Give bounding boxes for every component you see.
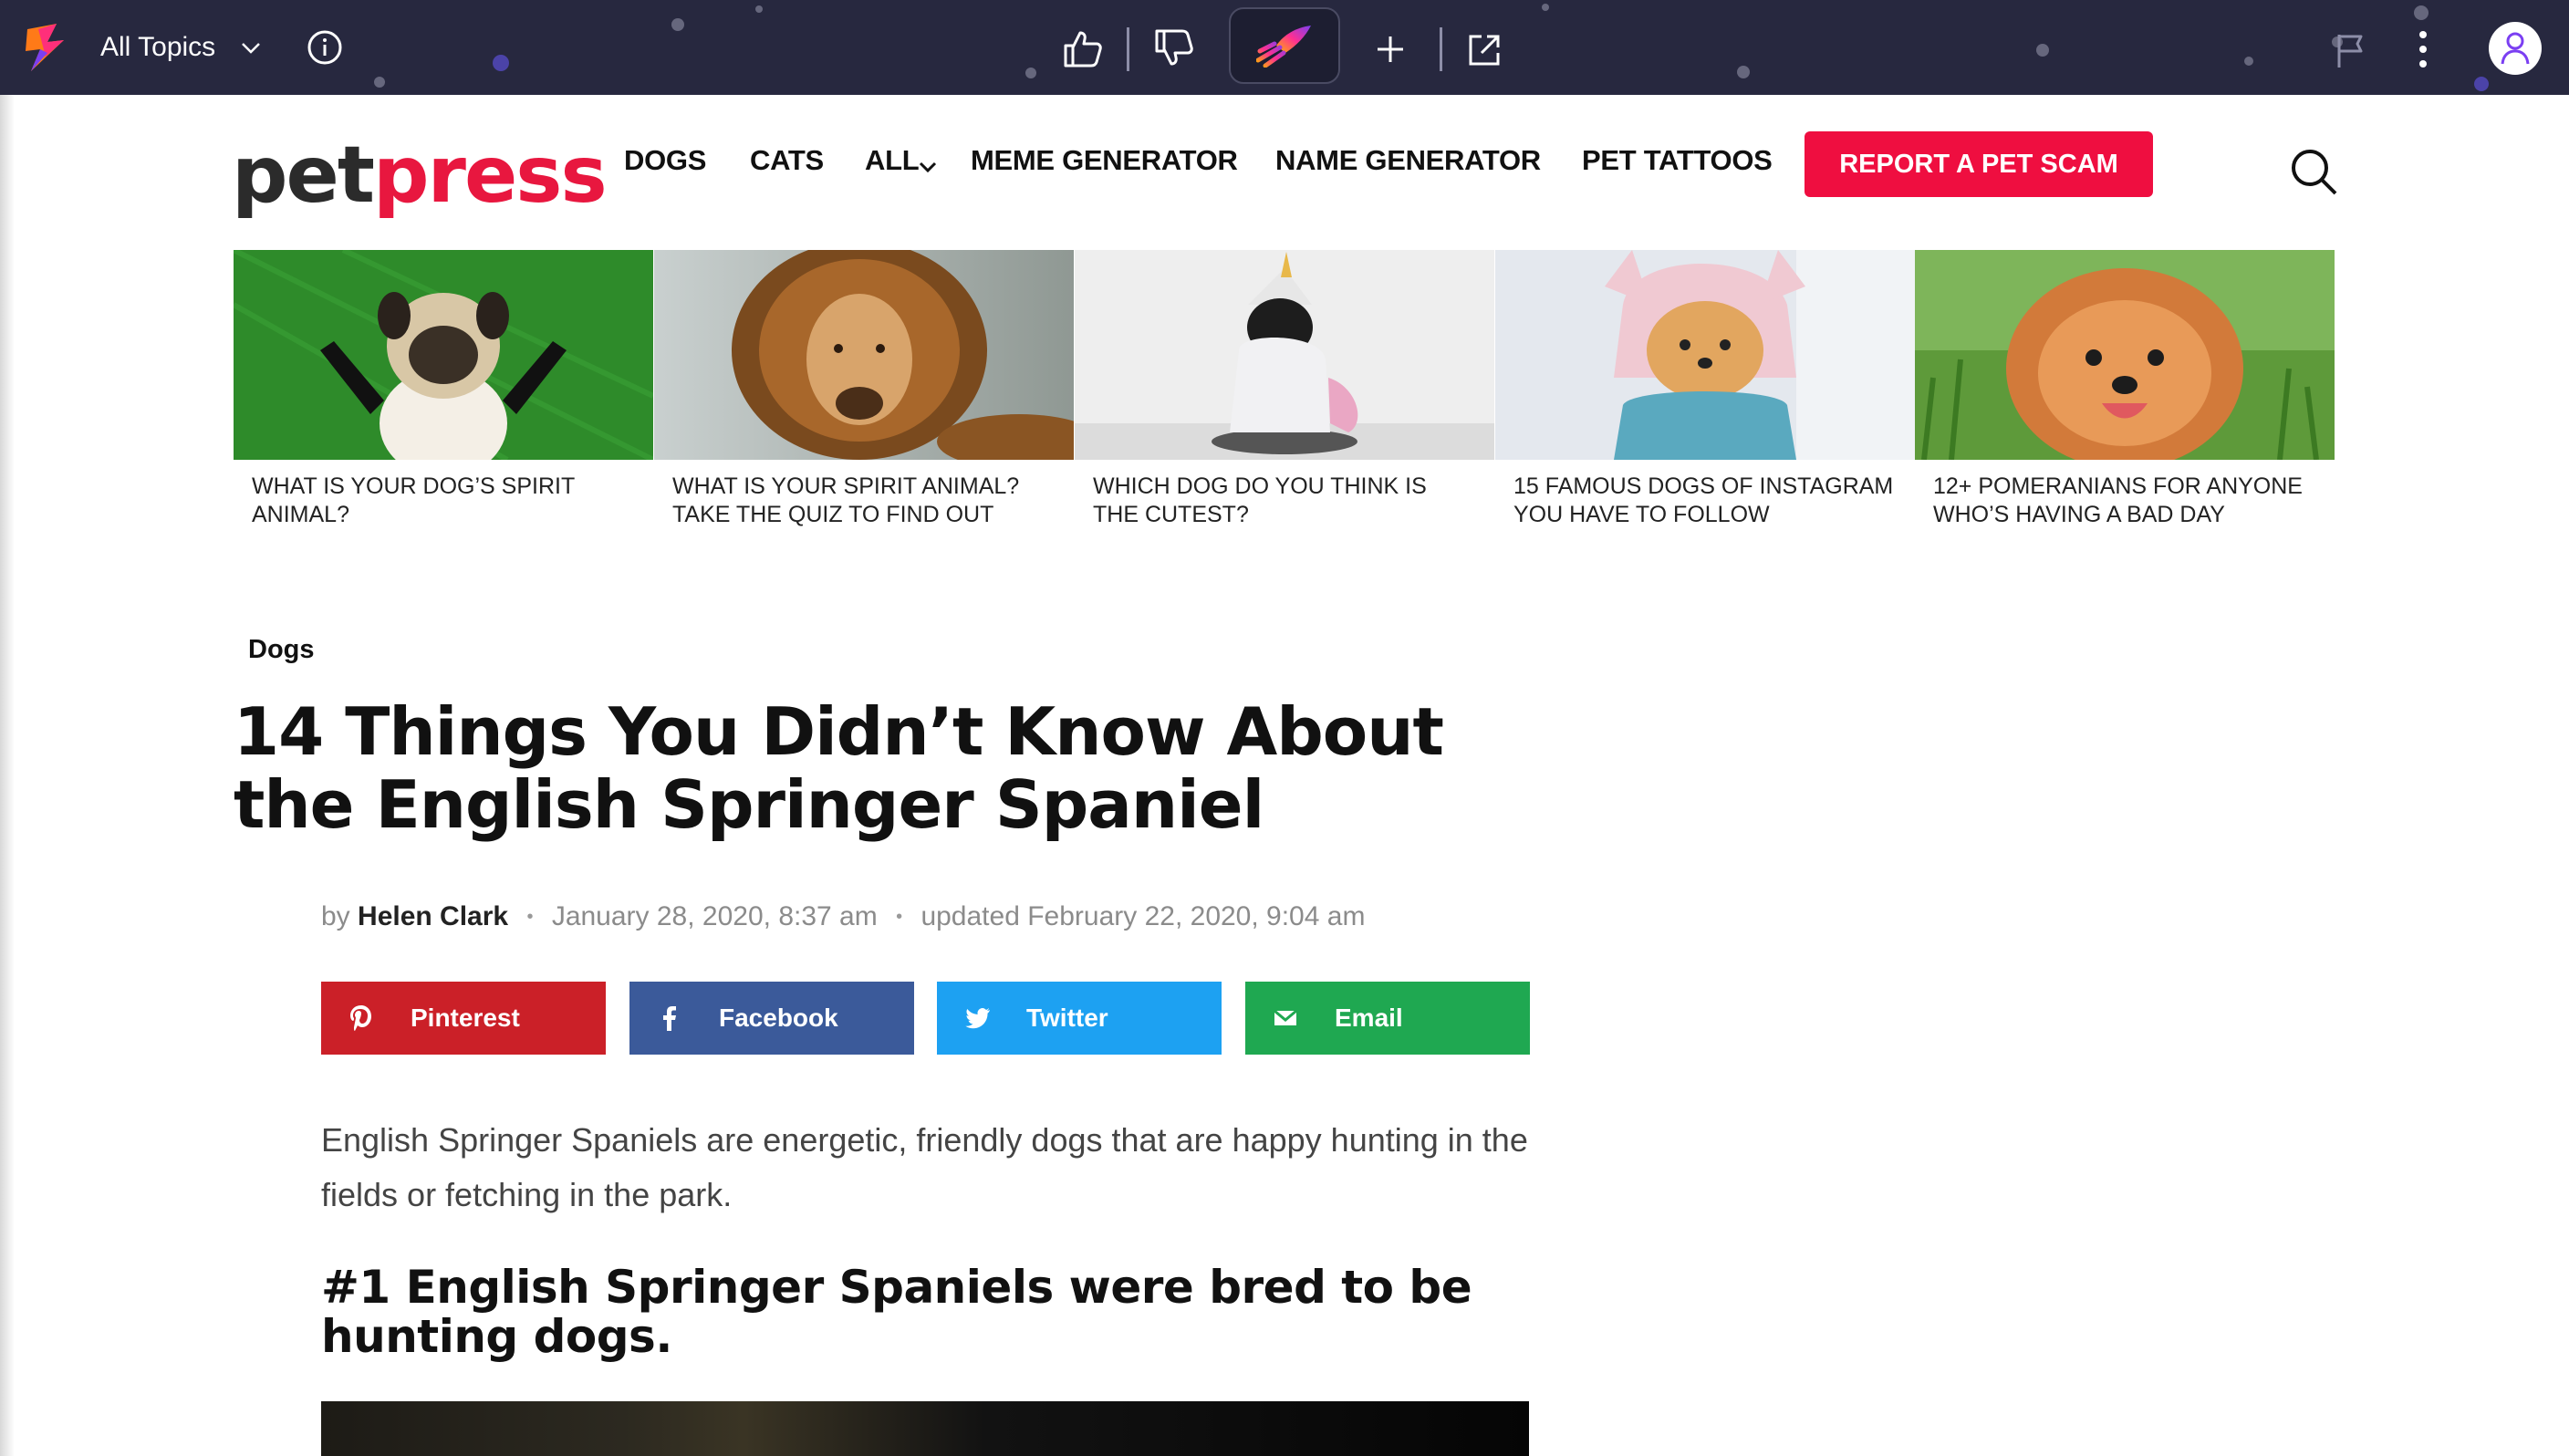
toolbar-separator — [1440, 27, 1442, 71]
share-email-button[interactable]: Email — [1245, 982, 1530, 1055]
featured-card[interactable]: 12+ POMERANIANS FOR ANYONE WHO’S HAVING … — [1915, 250, 2335, 536]
byline-separator: • — [526, 907, 534, 927]
byline-separator: • — [896, 907, 903, 927]
featured-caption[interactable]: WHAT IS YOUR SPIRIT ANIMAL? TAKE THE QUI… — [672, 473, 1056, 529]
share-facebook-button[interactable]: Facebook — [629, 982, 914, 1055]
chevron-down-icon[interactable] — [239, 36, 263, 60]
featured-caption[interactable]: WHICH DOG DO YOU THINK IS THE CUTEST? — [1093, 473, 1476, 529]
featured-image-lion[interactable] — [654, 250, 1074, 460]
featured-image-pug[interactable] — [234, 250, 653, 460]
toolbar-separator — [1127, 27, 1129, 71]
browser-toolbar: All Topics — [0, 0, 2569, 95]
nav-cats[interactable]: CATS — [750, 142, 824, 179]
featured-card[interactable]: 15 FAMOUS DOGS OF INSTAGRAM YOU HAVE TO … — [1495, 250, 1916, 536]
background-dot — [2414, 5, 2429, 20]
background-dot — [2474, 77, 2489, 91]
featured-card[interactable]: WHAT IS YOUR DOG’S SPIRIT ANIMAL? — [234, 250, 654, 536]
featured-image-unicorn-dog[interactable] — [1075, 250, 1494, 460]
share-pinterest-button[interactable]: Pinterest — [321, 982, 606, 1055]
background-dot — [1025, 68, 1036, 78]
share-label: Twitter — [1026, 1004, 1108, 1032]
author-link[interactable]: Helen Clark — [358, 901, 508, 931]
featured-caption[interactable]: WHAT IS YOUR DOG’S SPIRIT ANIMAL? — [252, 473, 635, 529]
published-date: January 28, 2020, 8:37 am — [551, 901, 878, 931]
featured-caption[interactable]: 12+ POMERANIANS FOR ANYONE WHO’S HAVING … — [1933, 473, 2316, 529]
email-icon — [1274, 1009, 1297, 1025]
article-intro: English Springer Spaniels are energetic,… — [321, 1121, 1528, 1213]
article-image — [321, 1401, 1529, 1456]
topics-dropdown[interactable]: All Topics — [100, 31, 215, 64]
twitter-icon — [965, 1008, 990, 1029]
background-dot — [2244, 57, 2253, 66]
chevron-down-icon[interactable] — [918, 157, 938, 177]
nav-pet-tattoos[interactable]: PET TATTOOS — [1582, 142, 1773, 179]
plus-icon[interactable] — [1376, 35, 1405, 64]
background-dot — [1737, 66, 1750, 78]
featured-card[interactable]: WHICH DOG DO YOU THINK IS THE CUTEST? — [1075, 250, 1495, 536]
logo-text-press: press — [373, 130, 608, 221]
flag-icon[interactable] — [2335, 33, 2365, 69]
search-icon[interactable] — [2288, 146, 2339, 197]
background-dot — [671, 18, 684, 31]
pinterest-icon — [350, 1005, 371, 1031]
nav-meme-generator[interactable]: MEME GENERATOR — [971, 142, 1238, 179]
open-external-icon[interactable] — [1467, 33, 1502, 68]
info-icon[interactable] — [307, 29, 343, 66]
article-category[interactable]: Dogs — [248, 635, 315, 665]
user-avatar-icon — [2501, 32, 2530, 65]
nav-name-generator[interactable]: NAME GENERATOR — [1275, 142, 1541, 179]
background-dot — [2036, 44, 2049, 57]
article-byline: by Helen Clark • January 28, 2020, 8:37 … — [321, 901, 1365, 932]
thumbs-up-icon[interactable] — [1062, 27, 1104, 69]
share-label: Pinterest — [411, 1004, 520, 1032]
user-avatar[interactable] — [2489, 22, 2542, 75]
featured-image-pomeranian-hoodie[interactable] — [1495, 250, 1915, 460]
rocket-icon — [1256, 26, 1311, 68]
nav-dogs[interactable]: DOGS — [624, 142, 706, 179]
updated-date: updated February 22, 2020, 9:04 am — [920, 901, 1366, 931]
thumbs-down-icon[interactable] — [1153, 27, 1195, 69]
facebook-icon — [663, 1006, 676, 1031]
boost-button[interactable] — [1229, 7, 1340, 84]
background-dot — [493, 55, 509, 71]
share-twitter-button[interactable]: Twitter — [937, 982, 1222, 1055]
more-vertical-icon[interactable] — [2416, 29, 2430, 69]
background-dot — [374, 77, 385, 88]
featured-card[interactable]: WHAT IS YOUR SPIRIT ANIMAL? TAKE THE QUI… — [654, 250, 1075, 536]
featured-caption[interactable]: 15 FAMOUS DOGS OF INSTAGRAM YOU HAVE TO … — [1513, 473, 1897, 529]
site-logo[interactable]: petpress — [232, 128, 608, 223]
background-dot — [755, 5, 763, 13]
article-title: 14 Things You Didn’t Know About the Engl… — [234, 693, 1444, 843]
featured-image-pomeranian-grass[interactable] — [1915, 250, 2335, 460]
section-heading: #1 English Springer Spaniels were bred t… — [321, 1261, 1472, 1363]
app-logo-icon[interactable] — [20, 22, 71, 73]
page-edge-shadow — [0, 95, 15, 1456]
nav-all[interactable]: ALL — [865, 142, 920, 179]
byline-prefix: by — [321, 901, 350, 931]
report-pet-scam-button[interactable]: REPORT A PET SCAM — [1805, 131, 2153, 197]
logo-text-pet: pet — [232, 130, 375, 221]
share-label: Email — [1335, 1004, 1403, 1032]
share-label: Facebook — [719, 1004, 838, 1032]
background-dot — [1542, 4, 1549, 11]
